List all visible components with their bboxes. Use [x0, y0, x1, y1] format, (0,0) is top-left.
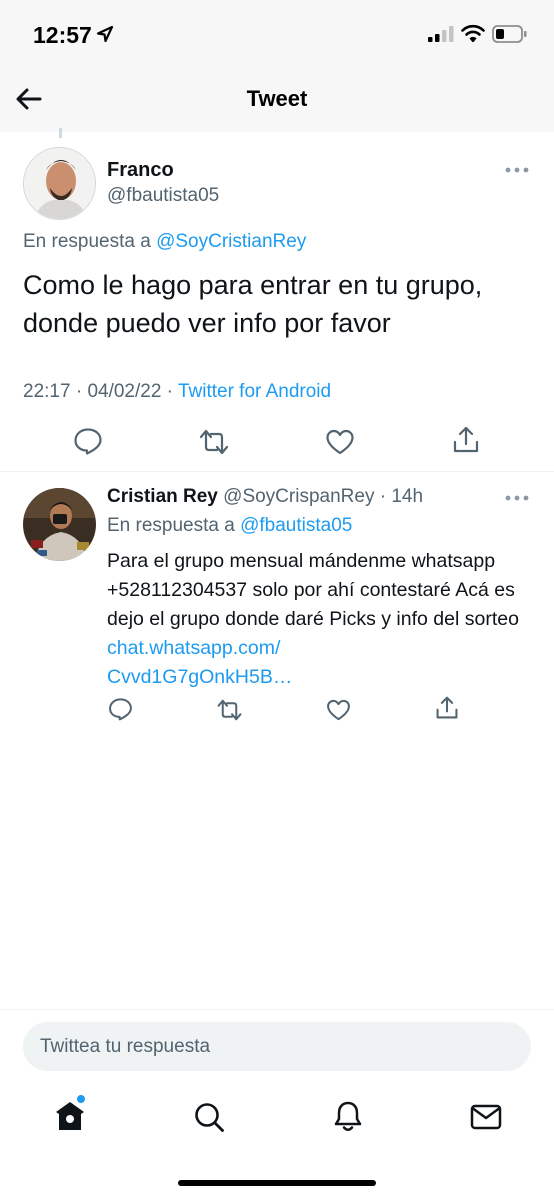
- location-arrow-icon: [96, 25, 114, 43]
- tweet-text: Como le hago para entrar en tu grupo, do…: [23, 270, 483, 338]
- tweet-text: Para el grupo mensual mándenme whatsapp …: [107, 547, 547, 692]
- whatsapp-link[interactable]: chat.whatsapp.com/ Cvvd1G7gOnkH5B…: [107, 637, 292, 688]
- reply-icon[interactable]: [73, 427, 103, 455]
- author-name[interactable]: Franco: [107, 159, 174, 182]
- reply-compose-field[interactable]: Twittea tu respuesta: [23, 1022, 531, 1071]
- retweet-icon[interactable]: [198, 428, 230, 456]
- avatar[interactable]: [23, 147, 96, 220]
- reply-tweet-header: Cristian Rey @SoyCrispanRey · 14h: [107, 486, 423, 508]
- divider: [0, 1009, 554, 1010]
- top-navigation-bar: Tweet: [0, 70, 554, 132]
- share-icon[interactable]: [452, 425, 480, 455]
- tweet-source-link[interactable]: Twitter for Android: [178, 381, 331, 402]
- replying-to-label: En respuesta a @SoyCristianRey: [23, 231, 306, 253]
- search-icon[interactable]: [193, 1101, 225, 1133]
- home-indicator: [178, 1180, 376, 1186]
- more-options-icon[interactable]: [505, 494, 529, 502]
- tweet-body: Para el grupo mensual mándenme whatsapp …: [107, 550, 519, 630]
- wifi-icon: [461, 24, 485, 42]
- tweet-time[interactable]: 22:17: [23, 381, 71, 402]
- meta-separator: ·: [161, 381, 178, 402]
- meta-separator: ·: [374, 486, 392, 507]
- page-title: Tweet: [246, 86, 308, 111]
- retweet-icon[interactable]: [216, 698, 243, 722]
- messages-icon[interactable]: [470, 1104, 502, 1130]
- tweet-date[interactable]: 04/02/22: [87, 381, 161, 402]
- replying-to-prefix: En respuesta a: [107, 515, 241, 536]
- replying-to-prefix: En respuesta a: [23, 231, 157, 252]
- like-icon[interactable]: [326, 698, 351, 722]
- mention-link[interactable]: @fbautista05: [240, 515, 352, 536]
- tweet-metadata: 22:17 · 04/02/22 · Twitter for Android: [23, 381, 331, 403]
- avatar[interactable]: [23, 488, 96, 561]
- reply-icon[interactable]: [108, 697, 133, 721]
- tweet-age[interactable]: 14h: [391, 486, 423, 507]
- author-handle[interactable]: @fbautista05: [107, 185, 219, 207]
- thread-connector-line: [59, 128, 62, 138]
- like-icon[interactable]: [325, 428, 355, 456]
- battery-icon: [492, 25, 527, 43]
- more-options-icon[interactable]: [505, 166, 529, 174]
- home-icon[interactable]: [54, 1100, 86, 1132]
- notifications-icon[interactable]: [333, 1100, 363, 1134]
- author-name[interactable]: Cristian Rey: [107, 486, 218, 507]
- cellular-signal-icon: [428, 26, 454, 42]
- status-bar: 12:57: [0, 0, 554, 70]
- home-notification-dot: [77, 1095, 85, 1103]
- share-icon[interactable]: [435, 695, 459, 721]
- author-handle[interactable]: @SoyCrispanRey: [223, 486, 374, 507]
- mention-link[interactable]: @SoyCristianRey: [156, 231, 306, 252]
- replying-to-label: En respuesta a @fbautista05: [107, 515, 352, 537]
- meta-separator: ·: [70, 381, 88, 402]
- status-time: 12:57: [33, 22, 92, 48]
- divider: [0, 471, 554, 472]
- reply-placeholder: Twittea tu respuesta: [40, 1036, 211, 1057]
